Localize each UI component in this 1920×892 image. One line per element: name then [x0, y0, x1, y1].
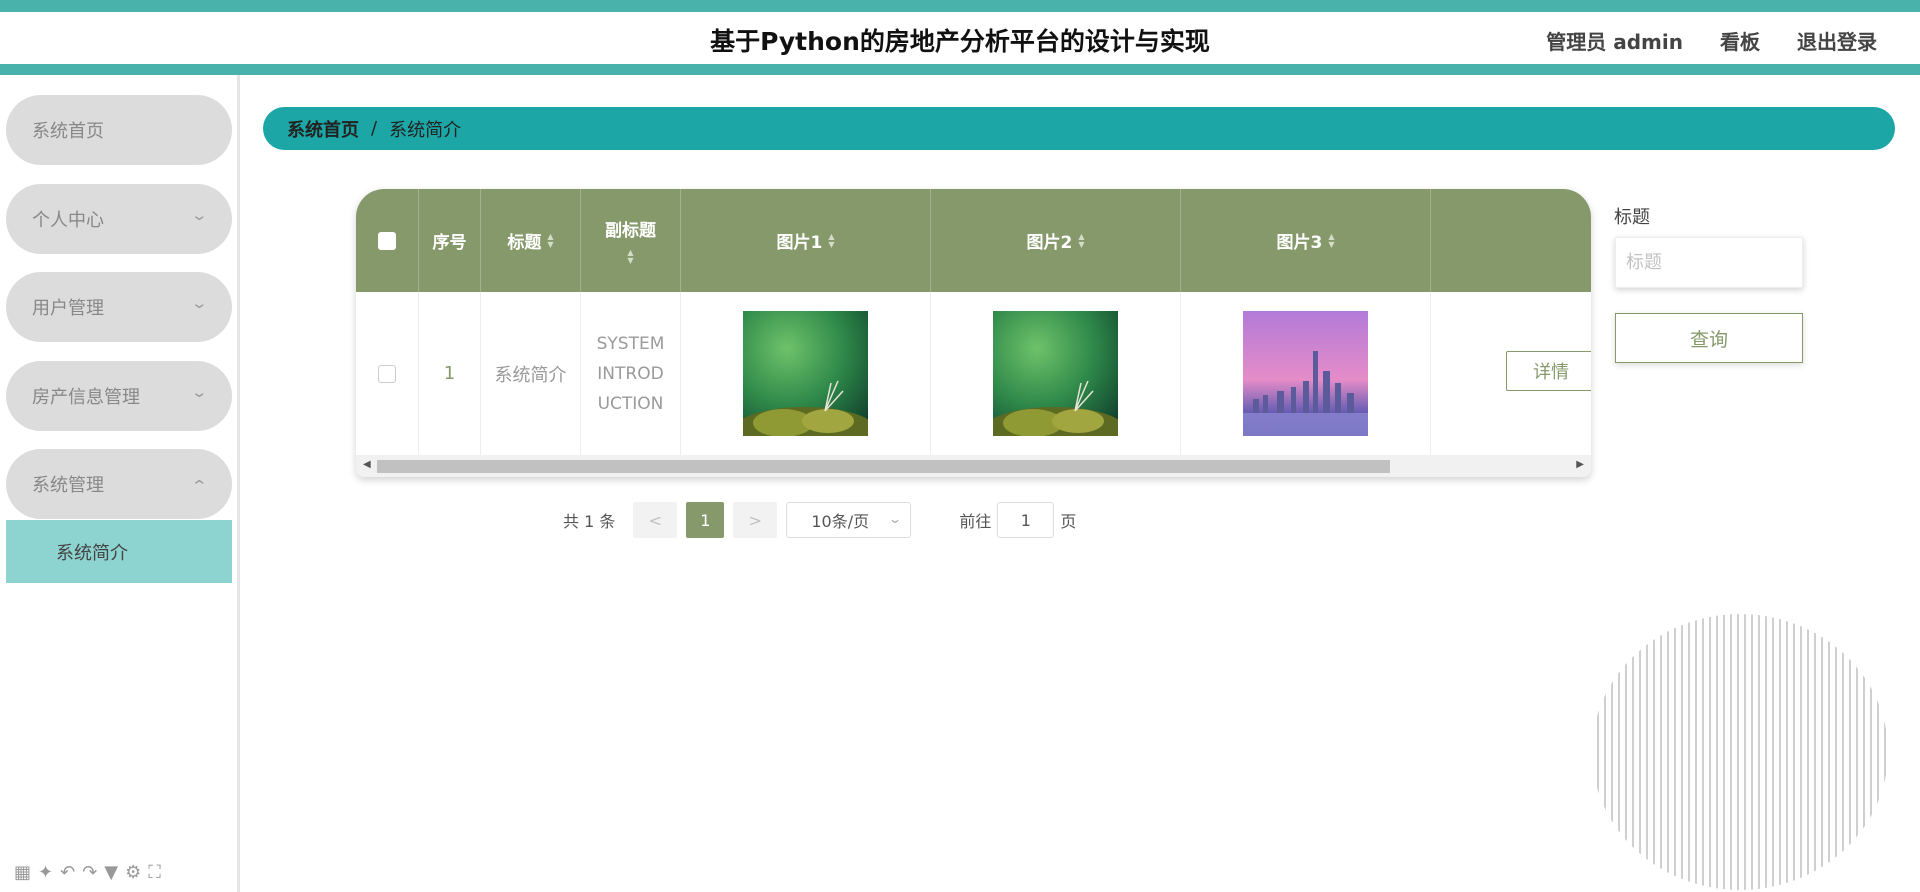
- chevron-down-icon: ⌄: [888, 512, 903, 526]
- column-header-index: 序号: [419, 189, 481, 292]
- column-header-image1[interactable]: 图片1 ▲ ▼: [681, 189, 931, 292]
- brush-icon[interactable]: ✦: [38, 862, 53, 883]
- page-size-select[interactable]: 10条/页 ⌄: [786, 502, 912, 538]
- chevron-down-icon: ⌄: [190, 294, 209, 312]
- sidebar-item-home[interactable]: 系统首页: [6, 95, 232, 165]
- sort-icon[interactable]: ▲ ▼: [1078, 232, 1084, 249]
- sidebar-item-label: 系统首页: [32, 121, 104, 142]
- sort-icon[interactable]: ▲ ▼: [627, 249, 633, 265]
- page-size-value: 10条/页: [811, 512, 870, 531]
- search-label: 标题: [1614, 207, 1650, 228]
- goto-page-input[interactable]: [997, 502, 1055, 538]
- cell-image3: [1181, 292, 1431, 455]
- cell-subtitle: SYSTEM INTROD UCTION: [581, 292, 681, 455]
- sort-icon[interactable]: ▲ ▼: [547, 232, 553, 249]
- detail-button[interactable]: 详情: [1506, 351, 1591, 391]
- scroll-left-icon[interactable]: ◀: [363, 459, 371, 470]
- undo-icon[interactable]: ↶: [60, 862, 75, 883]
- column-header-title[interactable]: 标题 ▲ ▼: [481, 189, 581, 292]
- redo-icon[interactable]: ↷: [82, 862, 97, 883]
- scroll-right-icon[interactable]: ▶: [1576, 459, 1584, 470]
- column-header-subtitle[interactable]: 副标题 ▲ ▼: [581, 189, 681, 292]
- sidebar-item-label: 用户管理: [32, 298, 104, 319]
- pagination-total: 共 1 条: [563, 512, 616, 531]
- green-plant-image[interactable]: [993, 311, 1118, 436]
- sidebar-item-personal-center[interactable]: 个人中心 ⌄: [6, 184, 232, 254]
- grid-icon[interactable]: ▦: [14, 862, 31, 883]
- title-search-input[interactable]: [1615, 237, 1803, 288]
- chevron-down-icon: ⌄: [190, 383, 209, 401]
- subtitle-line: INTROD: [597, 363, 664, 384]
- cell-title: 系统简介: [481, 292, 581, 455]
- column-header-image3[interactable]: 图片3 ▲ ▼: [1181, 189, 1431, 292]
- decorative-circle: [1592, 614, 1888, 890]
- column-header-actions: [1431, 189, 1591, 292]
- header-stripe-bottom: [0, 64, 1920, 75]
- green-plant-image[interactable]: [743, 311, 868, 436]
- goto-label: 前往: [959, 512, 992, 531]
- horizontal-scrollbar[interactable]: ◀ ▶: [356, 455, 1591, 477]
- cell-image1: [681, 292, 931, 455]
- breadcrumb-current: 系统简介: [389, 119, 462, 141]
- prev-page-button[interactable]: <: [633, 502, 678, 538]
- breadcrumb-separator: /: [371, 118, 378, 139]
- data-table: 序号 标题 ▲ ▼ 副标题 ▲ ▼ 图片1 ▲ ▼ 图片2 ▲ ▼ 图片3 ▲ ▼ 1 系…: [356, 189, 1591, 477]
- column-label: 图片1: [776, 233, 823, 253]
- sidebar-item-property-management[interactable]: 房产信息管理 ⌄: [6, 361, 232, 431]
- row-checkbox[interactable]: [378, 364, 396, 383]
- sidebar-toolbar: ▦ ✦ ↶ ↷ ▼ ⚙ ⛶: [14, 862, 161, 883]
- chevron-down-icon: ⌄: [190, 206, 209, 224]
- column-label: 标题: [507, 233, 542, 253]
- page-suffix: 页: [1060, 512, 1077, 531]
- column-label: 图片3: [1276, 233, 1323, 253]
- sort-icon[interactable]: ▲ ▼: [1328, 232, 1334, 249]
- select-all-checkbox[interactable]: [378, 231, 396, 250]
- table-header: 序号 标题 ▲ ▼ 副标题 ▲ ▼ 图片1 ▲ ▼ 图片2 ▲ ▼ 图片3 ▲ ▼: [356, 189, 1591, 292]
- column-header-image2[interactable]: 图片2 ▲ ▼: [931, 189, 1181, 292]
- chevron-up-icon: ⌃: [190, 477, 209, 495]
- sidebar-item-label: 系统管理: [32, 475, 104, 496]
- cell-index: 1: [419, 292, 481, 455]
- cell-image2: [931, 292, 1181, 455]
- fullscreen-icon[interactable]: ⛶: [148, 862, 161, 883]
- sidebar-item-label: 房产信息管理: [32, 387, 140, 408]
- next-page-button[interactable]: >: [733, 502, 778, 538]
- top-header: 基于Python的房地产分析平台的设计与实现 管理员 admin 看板 退出登录: [0, 0, 1920, 75]
- sidebar-item-system-management[interactable]: 系统管理 ⌃: [6, 449, 232, 519]
- header-stripe-top: [0, 0, 1920, 12]
- submenu-item-system-intro[interactable]: 系统简介: [6, 520, 232, 583]
- pagination: 共 1 条 < 1 > 10条/页 ⌄ 前往 页: [563, 502, 1076, 538]
- sidebar-item-label: 个人中心: [32, 210, 104, 231]
- search-button[interactable]: 查询: [1615, 313, 1803, 363]
- settings-icon[interactable]: ⚙: [125, 862, 141, 883]
- sort-icon[interactable]: ▲ ▼: [828, 232, 834, 249]
- sidebar-item-user-management[interactable]: 用户管理 ⌄: [6, 272, 232, 342]
- row-select-cell: [356, 292, 419, 455]
- breadcrumb: 系统首页 / 系统简介: [263, 107, 1895, 150]
- sidebar: 系统首页 个人中心 ⌄ 用户管理 ⌄ 房产信息管理 ⌄ 系统管理 ⌃ 系统简介 …: [0, 75, 240, 892]
- logout-link[interactable]: 退出登录: [1797, 26, 1877, 55]
- subtitle-line: SYSTEM: [596, 333, 665, 354]
- select-all-cell: [356, 189, 419, 292]
- city-skyline-image[interactable]: [1243, 311, 1368, 436]
- filter-icon[interactable]: ▼: [104, 862, 118, 883]
- subtitle-line: UCTION: [597, 393, 664, 414]
- page-number-button[interactable]: 1: [686, 502, 725, 538]
- dashboard-link[interactable]: 看板: [1720, 26, 1760, 55]
- breadcrumb-home[interactable]: 系统首页: [287, 116, 359, 142]
- column-label: 序号: [432, 233, 467, 253]
- scrollbar-thumb[interactable]: [377, 460, 1390, 473]
- header-actions: 管理员 admin 看板 退出登录: [1546, 26, 1877, 55]
- column-label: 图片2: [1026, 233, 1073, 253]
- submenu-item-label: 系统简介: [56, 542, 128, 564]
- column-label: 副标题: [605, 221, 656, 241]
- user-label[interactable]: 管理员 admin: [1546, 26, 1683, 55]
